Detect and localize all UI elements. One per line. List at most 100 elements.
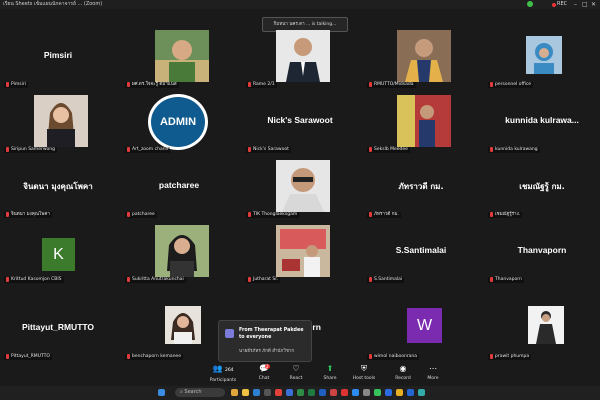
maximize-icon[interactable]: □ bbox=[582, 0, 588, 9]
participant-label: wimol naiboonrana bbox=[367, 354, 420, 360]
participant-tile[interactable]: ADMIN Art_zoom chanil bbox=[121, 93, 237, 155]
minimize-icon[interactable]: – bbox=[574, 0, 577, 9]
participant-label: TIK Thonglaeksgam bbox=[246, 212, 300, 218]
pdf-icon[interactable] bbox=[341, 389, 348, 396]
participants-icon: 👥 264 bbox=[212, 364, 234, 373]
zoom-icon[interactable] bbox=[352, 389, 359, 396]
meeting-toolbar: 👥 264 Participants 💬 2 Chat ♡ React ⬆ Sh… bbox=[0, 362, 600, 386]
mic-muted-icon bbox=[490, 212, 493, 217]
participant-label: Rame 2/1 bbox=[246, 82, 277, 88]
mic-muted-icon bbox=[369, 354, 372, 359]
participant-name: ภัทราวดี กม. bbox=[398, 182, 444, 191]
participant-tile[interactable]: Nick's Sarawoot Nick's Sarawoot bbox=[242, 93, 358, 155]
mic-muted-icon bbox=[369, 147, 372, 152]
participant-tile[interactable]: W wimol naiboonrana bbox=[363, 300, 479, 362]
participant-tile[interactable]: K Krittud Kasomjon CBIS bbox=[0, 223, 116, 285]
avatar-initial: K bbox=[42, 238, 75, 271]
word-icon[interactable] bbox=[319, 389, 326, 396]
record-icon: ◉ bbox=[399, 364, 407, 373]
edge-icon[interactable] bbox=[253, 389, 260, 396]
mic-muted-icon bbox=[248, 277, 251, 282]
taskbar-search[interactable]: ⌕ Search bbox=[175, 388, 225, 397]
participant-label: Jutharat Sr. bbox=[246, 277, 281, 283]
mic-muted-icon bbox=[369, 277, 372, 282]
participant-label: patcharee bbox=[125, 212, 157, 218]
mic-muted-icon bbox=[127, 82, 130, 87]
participant-tile[interactable]: Sekslb Meedee bbox=[363, 93, 479, 155]
participant-label: S.Santimalai bbox=[367, 277, 405, 283]
app-icon[interactable] bbox=[363, 389, 370, 396]
mic-muted-icon bbox=[6, 354, 9, 359]
participant-name: เชมณัฐรู้ กม. bbox=[519, 182, 565, 191]
participant-tile[interactable]: Thanvaporn Thanvaporn bbox=[484, 223, 600, 285]
participant-tile[interactable]: เชมณัฐรู้ กม. เชมณัฐรู้ร่าง. bbox=[484, 158, 600, 220]
mic-muted-icon bbox=[490, 82, 493, 87]
participant-tile[interactable]: Pittayut_RMUTTO Pittayut_RMUTTO bbox=[0, 300, 116, 362]
react-button[interactable]: ♡ React bbox=[281, 364, 311, 381]
participant-name: จินตนา มุงคุณโพคา bbox=[23, 182, 93, 191]
participant-label: Siripun Samerwong bbox=[4, 147, 57, 153]
participant-name: Pimsiri bbox=[43, 50, 73, 60]
mic-muted-icon bbox=[248, 82, 251, 87]
participant-tile[interactable]: จินตนา มุงคุณโพคา จินตนา มงคุณโพคา bbox=[0, 158, 116, 220]
window-title: เรียน Sheets เข้มแผนนักคาจารย์ ... (Zoom… bbox=[3, 1, 103, 7]
share-button[interactable]: ⬆ Share bbox=[315, 364, 345, 381]
chat-notification[interactable]: From Theerapat Pakdee to everyone นายธีร… bbox=[218, 320, 312, 362]
react-icon: ♡ bbox=[292, 364, 300, 373]
app-icon[interactable] bbox=[385, 389, 392, 396]
rec-indicator: REC bbox=[557, 1, 568, 7]
participant-name: Nick's Sarawoot bbox=[267, 115, 333, 125]
windows-start-icon[interactable] bbox=[158, 389, 165, 396]
participant-tile[interactable]: ภัทราวดี กม. ภัทราวดี กม. bbox=[363, 158, 479, 220]
participant-tile[interactable]: Siripun Samerwong bbox=[0, 93, 116, 155]
participant-label: Nick's Sarawoot bbox=[246, 147, 291, 153]
participant-label: kunnida kulrawang bbox=[488, 147, 540, 153]
participant-tile[interactable]: S.Santimalai S.Santimalai bbox=[363, 223, 479, 285]
participant-label: เชมณัฐรู้ร่าง. bbox=[488, 212, 523, 218]
mic-muted-icon bbox=[127, 212, 130, 217]
chat-button[interactable]: 💬 2 Chat bbox=[249, 364, 279, 381]
app-icon[interactable] bbox=[231, 389, 238, 396]
app-icon[interactable] bbox=[418, 389, 425, 396]
record-button[interactable]: ◉ Record bbox=[388, 364, 418, 381]
more-button[interactable]: ⋯ More bbox=[418, 364, 448, 381]
participant-tile[interactable]: personnel office bbox=[484, 28, 600, 90]
participant-tile[interactable]: Rame 2/1 bbox=[242, 28, 358, 90]
participants-button[interactable]: 👥 264 Participants bbox=[205, 364, 241, 383]
participant-tile[interactable]: ผศ.ดร.ใจจะรู้ ตมาแนส bbox=[121, 28, 237, 90]
app-icon[interactable] bbox=[297, 389, 304, 396]
participant-label: prawit phumpa bbox=[488, 354, 532, 360]
mic-muted-icon bbox=[369, 82, 372, 87]
app-icon[interactable] bbox=[330, 389, 337, 396]
participant-tile[interactable]: Jutharat Sr. bbox=[242, 223, 358, 285]
participant-tile[interactable]: patcharee patcharee bbox=[121, 158, 237, 220]
mic-muted-icon bbox=[369, 212, 372, 217]
participant-label: ผศ.ดร.ใจจะรู้ ตมาแนส bbox=[125, 82, 179, 88]
chat-notification-title: From Theerapat Pakdee to everyone bbox=[239, 328, 304, 340]
participant-photo bbox=[276, 225, 330, 277]
participant-tile[interactable]: prawit phumpa bbox=[484, 300, 600, 362]
line-icon[interactable] bbox=[374, 389, 381, 396]
host-tools-button[interactable]: ⛨ Host tools bbox=[348, 364, 380, 381]
chrome-icon[interactable] bbox=[396, 389, 403, 396]
mic-muted-icon bbox=[6, 277, 9, 282]
mic-muted-icon bbox=[490, 354, 493, 359]
folder-icon[interactable] bbox=[242, 389, 249, 396]
shield-icon bbox=[527, 1, 533, 7]
app-icon[interactable] bbox=[264, 389, 271, 396]
app-icon[interactable] bbox=[407, 389, 414, 396]
app-icon[interactable] bbox=[286, 389, 293, 396]
mic-muted-icon bbox=[248, 212, 251, 217]
participant-label: Sukritta Anutrakunchai bbox=[125, 277, 186, 283]
participant-tile[interactable]: Pimsiri Pimsiri bbox=[0, 28, 116, 90]
participant-tile[interactable]: TIK Thonglaeksgam bbox=[242, 158, 358, 220]
participant-photo bbox=[397, 95, 451, 147]
participant-photo bbox=[528, 306, 564, 344]
participant-tile[interactable]: Sukritta Anutrakunchai bbox=[121, 223, 237, 285]
participant-label: จินตนา มงคุณโพคา bbox=[4, 212, 52, 218]
app-icon[interactable] bbox=[275, 389, 282, 396]
close-icon[interactable]: ✕ bbox=[591, 0, 596, 9]
participant-tile[interactable]: RMUTTO/Midsada bbox=[363, 28, 479, 90]
excel-icon[interactable] bbox=[308, 389, 315, 396]
participant-tile[interactable]: kunnida kulrawa... kunnida kulrawang bbox=[484, 93, 600, 155]
